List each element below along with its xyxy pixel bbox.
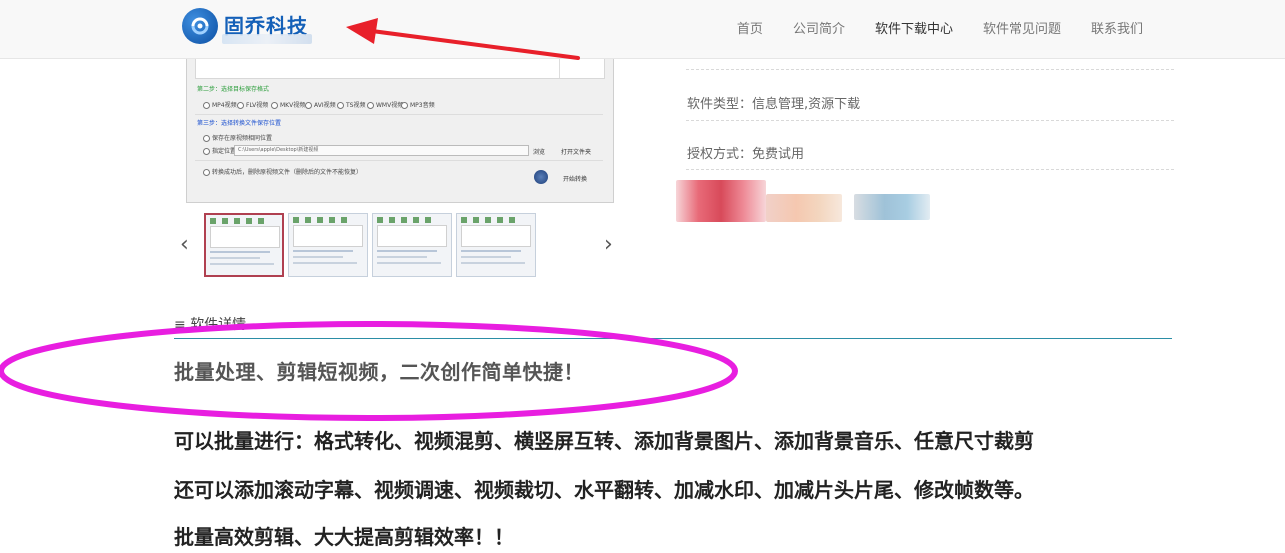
- main-nav: 首页 公司简介 软件下载中心 软件常见问题 联系我们: [722, 18, 1158, 37]
- download-link-blurred[interactable]: [766, 194, 842, 222]
- preview-scroll-area: [559, 58, 604, 78]
- preview-start-button: 开始转换: [563, 176, 588, 183]
- top-navigation-bar: 固乔科技 首页 公司简介 软件下载中心 软件常见问题 联系我们: [0, 0, 1285, 59]
- preview-step2-label: 第二步：选择目标保存格式: [197, 86, 270, 93]
- preview-format-option: TS视频: [337, 100, 365, 109]
- preview-delete-after: 转换成功后，删除原视频文件（删除后的文件不能恢复）: [203, 167, 362, 176]
- preview-save-custom: 指定位置: [203, 146, 236, 155]
- slogan: 批量处理、剪辑短视频，二次创作简单快捷！: [174, 360, 584, 384]
- carousel-prev-icon[interactable]: ‹: [180, 232, 189, 257]
- preview-file-list: [195, 58, 605, 79]
- preview-browse-button: 浏览: [533, 149, 546, 156]
- software-screenshot-preview[interactable]: 第二步：选择目标保存格式 MP4视频 FLV视频 MKV视频 AVI视频 TS视…: [186, 58, 614, 203]
- thumbnail-2[interactable]: [288, 213, 368, 277]
- info-divider: [686, 169, 1174, 171]
- logo-subtitle-blurred: [222, 34, 312, 44]
- thumbnail-3[interactable]: [372, 213, 452, 277]
- nav-faq[interactable]: 软件常见问题: [968, 18, 1076, 37]
- preview-save-path: C:\Users\apple\Desktop\新建视频: [234, 145, 529, 156]
- preview-format-option: WMV视频: [367, 100, 403, 109]
- logo-mark-icon: [182, 8, 218, 44]
- thumbnail-1[interactable]: [204, 213, 284, 277]
- nav-home[interactable]: 首页: [722, 18, 778, 37]
- preview-divider: [195, 160, 603, 161]
- preview-format-option: MP4视频: [203, 100, 237, 109]
- preview-step3-label: 第三步：选择转换文件保存位置: [197, 120, 282, 127]
- secondary-link-blurred[interactable]: [854, 194, 930, 220]
- preview-format-option: MKV视频: [271, 100, 305, 109]
- preview-open-folder-button: 打开文件夹: [561, 149, 592, 156]
- list-icon: ≡: [174, 317, 186, 333]
- software-details-heading: ≡ 软件详情: [174, 314, 246, 334]
- download-button-blurred[interactable]: [676, 180, 766, 222]
- feature-paragraph-3: 批量高效剪辑、大大提高剪辑效率！！: [174, 525, 514, 549]
- info-divider: [686, 69, 1174, 71]
- carousel-next-icon[interactable]: ›: [604, 232, 613, 257]
- details-divider: [174, 338, 1172, 339]
- preview-format-option: AVI视频: [305, 100, 336, 109]
- thumbnail-4[interactable]: [456, 213, 536, 277]
- info-divider: [686, 120, 1174, 122]
- preview-format-option: FLV视频: [237, 100, 268, 109]
- software-type: 软件类型：信息管理,资源下载: [687, 97, 861, 112]
- company-logo[interactable]: 固乔科技: [182, 6, 322, 46]
- preview-format-option: MP3音频: [401, 100, 435, 109]
- feature-paragraph-2: 还可以添加滚动字幕、视频调速、视频裁切、水平翻转、加减水印、加减片头片尾、修改帧…: [174, 478, 1034, 502]
- software-details-title: 软件详情: [190, 317, 247, 333]
- license-type: 授权方式：免费试用: [687, 147, 805, 162]
- nav-contact[interactable]: 联系我们: [1076, 18, 1158, 37]
- preview-divider: [195, 114, 603, 115]
- preview-save-original: 保存在原视频相同位置: [203, 133, 272, 142]
- nav-download-center[interactable]: 软件下载中心: [860, 18, 968, 37]
- feature-paragraph-1: 可以批量进行：格式转化、视频混剪、横竖屏互转、添加背景图片、添加背景音乐、任意尺…: [174, 429, 1034, 453]
- preview-start-icon: [534, 170, 548, 184]
- nav-about[interactable]: 公司简介: [778, 18, 860, 37]
